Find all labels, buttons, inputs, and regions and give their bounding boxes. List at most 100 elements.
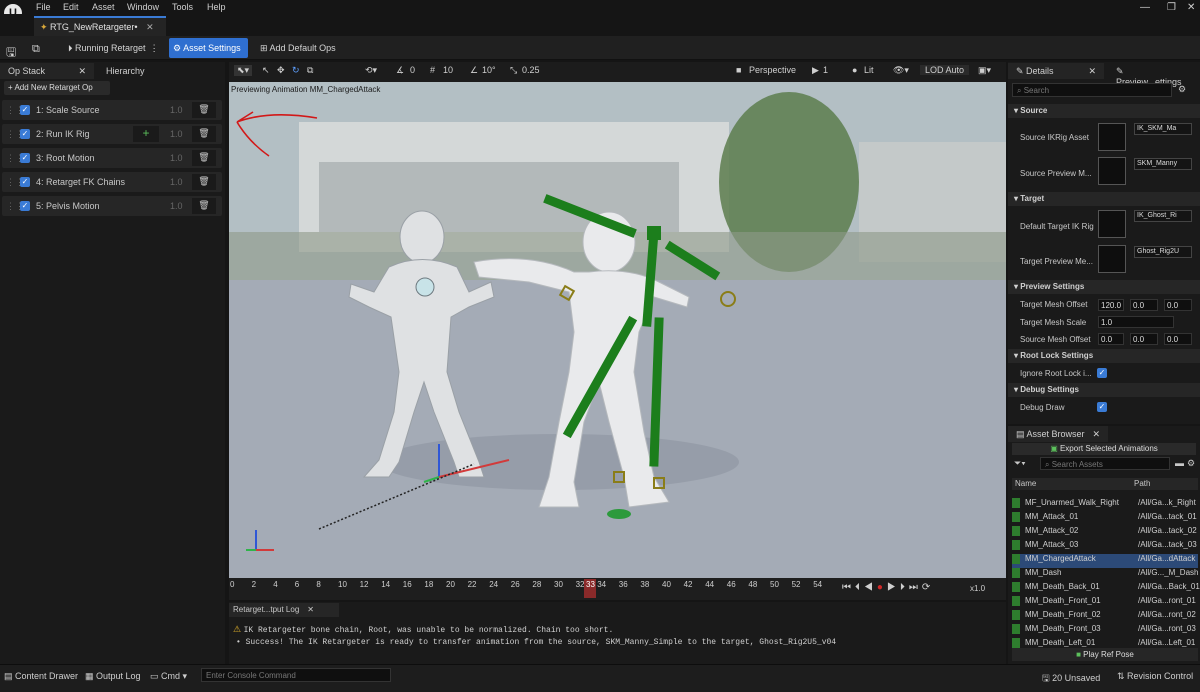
delete-op-icon[interactable]: 🗑 <box>192 198 216 214</box>
lit-mode-dropdown[interactable]: Lit <box>864 65 874 75</box>
asset-row[interactable]: MM_Death_Front_02/All/Ga...ront_02 <box>1012 610 1198 624</box>
op-row-retarget-fk-chains[interactable]: ⋮⋮ ✓ 4: Retarget FK Chains 1.0 🗑 <box>2 172 222 192</box>
loop-icon[interactable]: ⟳ <box>922 582 934 593</box>
browse-icon[interactable]: ⧉ <box>28 38 44 58</box>
op-row-run-ik-rig[interactable]: ⋮⋮ ✓ 2: Run IK Rig + 1.0 🗑 <box>2 124 222 144</box>
op-row-scale-source[interactable]: ⋮⋮ ✓ 1: Scale Source 1.0 🗑 <box>2 100 222 120</box>
asset-row[interactable]: MM_Death_Front_03/All/Ga...ront_03 <box>1012 624 1198 638</box>
target-offset-y[interactable]: 0.0 <box>1130 299 1158 311</box>
scale-snap-icon[interactable]: ⤡ <box>510 65 517 76</box>
scale-snap-value[interactable]: 0.25 <box>522 65 540 75</box>
asset-settings-button[interactable]: ⚙ Asset Settings <box>169 38 248 58</box>
op-row-pelvis-motion[interactable]: ⋮⋮ ✓ 5: Pelvis Motion 1.0 🗑 <box>2 196 222 216</box>
section-source[interactable]: ▾ Source <box>1008 104 1200 118</box>
maximize-icon[interactable]: ❐ <box>1167 2 1176 13</box>
skip-forward-icon[interactable]: ⏭ <box>909 582 922 593</box>
translate-icon[interactable]: ✥ <box>277 65 285 76</box>
grid-snap-value[interactable]: 10 <box>443 65 453 75</box>
target-mesh-dropdown[interactable]: Ghost_Rig2U <box>1134 246 1192 258</box>
camera-speed-value[interactable]: 1 <box>823 65 828 75</box>
details-search-input[interactable]: ⌕ Search <box>1012 83 1172 97</box>
viewport[interactable]: Previewing Animation MM_ChargedAttack <box>229 82 1006 579</box>
output-log-button[interactable]: ▦ Output Log <box>85 671 141 682</box>
asset-row[interactable]: MM_Attack_01/All/Ga...tack_01 <box>1012 512 1198 526</box>
skip-back-icon[interactable]: ⏮ <box>842 582 855 593</box>
rotation-snap-value[interactable]: 0 <box>410 65 415 75</box>
asset-row[interactable]: MF_Unarmed_Walk_Right/All/Ga...k_Right <box>1012 498 1198 512</box>
op-enabled-checkbox[interactable]: ✓ <box>20 201 30 211</box>
target-offset-x[interactable]: 120.0 <box>1098 299 1124 311</box>
cmd-dropdown[interactable]: ▭ Cmd ▾ <box>150 671 187 682</box>
tab-retarget-output-log[interactable]: Retarget...tput Log ✕ <box>229 603 339 617</box>
unsaved-button[interactable]: 🖫 20 Unsaved <box>1042 671 1100 687</box>
close-tab-icon[interactable]: ✕ <box>146 22 154 32</box>
running-retarget-button[interactable]: ⏵ Running Retarget ⋮ <box>64 38 163 58</box>
step-back-icon[interactable]: ⏴ <box>855 582 864 593</box>
close-window-icon[interactable]: ✕ <box>1187 2 1195 13</box>
viewport-layout-icon[interactable]: ▣▾ <box>978 65 991 76</box>
target-offset-z[interactable]: 0.0 <box>1164 299 1192 311</box>
save-icon[interactable]: 🖫 <box>2 38 20 59</box>
op-enabled-checkbox[interactable]: ✓ <box>20 129 30 139</box>
close-tab-icon[interactable]: ✕ <box>307 605 314 614</box>
tab-asset-browser[interactable]: ▤ Asset Browser ✕ <box>1008 426 1108 442</box>
scale-icon[interactable]: ⧉ <box>307 65 313 76</box>
folder-icon[interactable]: ▬ <box>1175 458 1184 468</box>
column-path[interactable]: Path <box>1134 479 1150 488</box>
settings-gear-icon[interactable]: ⚙ <box>1178 84 1186 95</box>
playback-controls[interactable]: ⏮⏴◀●▶⏵⏭⟳ <box>842 582 934 593</box>
playback-speed[interactable]: x1.0 <box>970 584 985 593</box>
show-flags-icon[interactable]: 👁▾ <box>893 65 909 76</box>
close-tab-icon[interactable]: ✕ <box>1088 66 1096 77</box>
source-offset-z[interactable]: 0.0 <box>1164 333 1192 345</box>
rotate-icon[interactable]: ↻ <box>292 65 300 76</box>
asset-row[interactable]: MM_Attack_02/All/Ga...tack_02 <box>1012 526 1198 540</box>
section-root-lock[interactable]: ▾ Root Lock Settings <box>1008 349 1200 363</box>
section-target[interactable]: ▾ Target <box>1008 192 1200 206</box>
add-child-op-icon[interactable]: + <box>133 126 159 142</box>
ignore-root-lock-checkbox[interactable]: ✓ <box>1097 368 1107 378</box>
export-selected-animations-button[interactable]: ▣ Export Selected Animations <box>1012 443 1196 455</box>
menu-asset[interactable]: Asset <box>92 2 115 12</box>
section-debug[interactable]: ▾ Debug Settings <box>1008 383 1200 397</box>
document-tab[interactable]: ✦ RTG_NewRetargeter• ✕ <box>34 16 166 36</box>
add-new-retarget-op-button[interactable]: + Add New Retarget Op <box>4 81 110 95</box>
delete-op-icon[interactable]: 🗑 <box>192 126 216 142</box>
asset-row[interactable]: MM_Dash/All/G..._M_Dash <box>1012 568 1198 582</box>
revision-control-button[interactable]: ⇅ Revision Control <box>1117 671 1193 682</box>
rotation-snap-icon[interactable]: ∡ <box>396 65 404 76</box>
lod-dropdown[interactable]: LOD Auto <box>920 65 970 75</box>
select-mode-icon[interactable]: ⬉▾ <box>234 65 253 76</box>
asset-search-input[interactable]: ⌕ Search Assets <box>1040 457 1170 470</box>
source-offset-x[interactable]: 0.0 <box>1098 333 1124 345</box>
delete-op-icon[interactable]: 🗑 <box>192 102 216 118</box>
source-ikrig-dropdown[interactable]: IK_SKM_Ma <box>1134 123 1192 135</box>
delete-op-icon[interactable]: 🗑 <box>192 174 216 190</box>
kebab-menu-icon[interactable]: ⋮ <box>150 43 159 53</box>
asset-row[interactable]: MM_ChargedAttack/All/Ga...dAttack <box>1012 554 1198 568</box>
tab-preview-settings[interactable]: ✎ Preview...ettings <box>1108 63 1198 87</box>
minimize-icon[interactable]: — <box>1140 2 1150 13</box>
angle-snap-icon[interactable]: ∠ <box>470 65 478 76</box>
tab-op-stack[interactable]: Op Stack ✕ <box>0 63 94 79</box>
menu-file[interactable]: File <box>36 2 51 12</box>
target-mesh-scale-input[interactable]: 1.0 <box>1098 316 1174 328</box>
asset-row[interactable]: MM_Attack_03/All/Ga...tack_03 <box>1012 540 1198 554</box>
add-default-ops-button[interactable]: ⊞ Add Default Ops <box>256 38 340 58</box>
record-icon[interactable]: ● <box>877 582 887 593</box>
asset-row[interactable]: MM_Death_Front_01/All/Ga...ront_01 <box>1012 596 1198 610</box>
play-ref-pose-button[interactable]: ■ Play Ref Pose <box>1012 648 1198 661</box>
angle-snap-value[interactable]: 10° <box>482 65 496 75</box>
step-forward-icon[interactable]: ⏵ <box>900 582 909 593</box>
close-tab-icon[interactable]: ✕ <box>1092 429 1100 440</box>
perspective-dropdown[interactable]: Perspective <box>749 65 796 75</box>
content-drawer-button[interactable]: ▤ Content Drawer <box>4 671 78 682</box>
menu-tools[interactable]: Tools <box>172 2 193 12</box>
menu-edit[interactable]: Edit <box>63 2 79 12</box>
close-tab-icon[interactable]: ✕ <box>78 66 86 77</box>
surface-snap-icon[interactable]: ⟲▾ <box>365 65 377 76</box>
tab-hierarchy[interactable]: Hierarchy <box>98 63 224 79</box>
settings-gear-icon[interactable]: ⚙ <box>1187 458 1195 469</box>
delete-op-icon[interactable]: 🗑 <box>192 150 216 166</box>
op-enabled-checkbox[interactable]: ✓ <box>20 105 30 115</box>
